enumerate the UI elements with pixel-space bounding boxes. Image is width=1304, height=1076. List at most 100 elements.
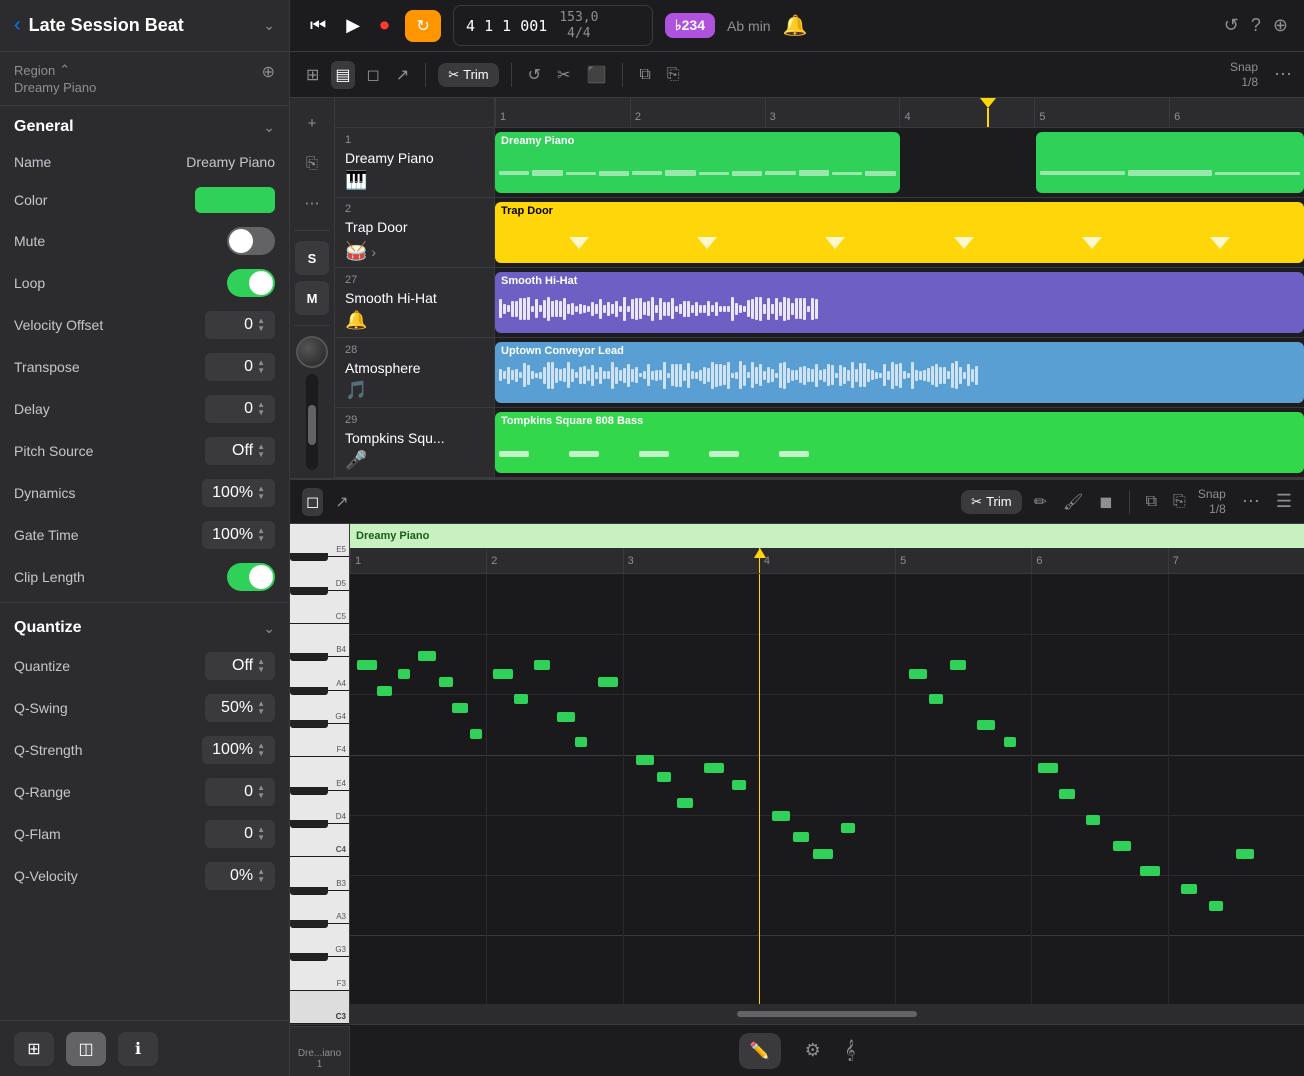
roll-scroll-thumb[interactable]: [737, 1011, 917, 1017]
roll-grid[interactable]: [350, 574, 1304, 1004]
midi-note-24[interactable]: [929, 694, 943, 704]
trim-button[interactable]: ✂ Trim: [438, 63, 498, 87]
piano-key-black[interactable]: [290, 920, 328, 928]
quantize-field[interactable]: Off ▲▼: [205, 652, 275, 680]
back-button[interactable]: ‹: [14, 14, 21, 37]
midi-note-19[interactable]: [772, 811, 790, 821]
clip-length-toggle[interactable]: [227, 563, 275, 591]
general-section-header[interactable]: General ⌄: [0, 106, 289, 144]
midi-note-27[interactable]: [1004, 737, 1016, 747]
automation-button[interactable]: ↗: [392, 61, 413, 89]
more-options-button[interactable]: ⊕: [1273, 15, 1288, 36]
piano-key-white[interactable]: E4: [290, 757, 349, 790]
piano-key-black[interactable]: [290, 820, 328, 828]
track-content-28[interactable]: Uptown Conveyor Lead for(let i=0;i<120;i…: [495, 338, 1304, 407]
piano-key-white[interactable]: F3: [290, 957, 349, 990]
midi-note-8[interactable]: [493, 669, 513, 679]
pr-settings-button[interactable]: ⚙: [805, 1040, 821, 1061]
q-flam-field[interactable]: 0 ▲▼: [205, 820, 275, 848]
gate-time-field[interactable]: 100% ▲▼: [202, 521, 275, 549]
piano-key-white[interactable]: A3: [290, 891, 349, 924]
midi-note-20[interactable]: [793, 832, 809, 842]
midi-note-32[interactable]: [1140, 866, 1160, 876]
tab-regions-button[interactable]: ◫: [66, 1032, 106, 1066]
midi-note-6[interactable]: [452, 703, 468, 713]
pr-auto-button[interactable]: ↗: [331, 488, 352, 516]
midi-note-14[interactable]: [636, 755, 654, 765]
piano-key-black[interactable]: [290, 653, 328, 661]
piano-key-black[interactable]: [290, 887, 328, 895]
quantize-section-header[interactable]: Quantize ⌄: [0, 607, 289, 645]
midi-note-3[interactable]: [398, 669, 410, 679]
color-swatch[interactable]: [195, 187, 275, 213]
track-content-29[interactable]: Tompkins Square 808 Bass: [495, 408, 1304, 477]
q-range-field[interactable]: 0 ▲▼: [205, 778, 275, 806]
piano-key-white[interactable]: D4: [290, 791, 349, 824]
project-chevron-icon[interactable]: ⌄: [263, 17, 275, 34]
piano-key-black[interactable]: [290, 587, 328, 595]
midi-note-1[interactable]: [357, 660, 377, 670]
pr-eq-button[interactable]: 𝄞: [845, 1040, 856, 1061]
track-content-1[interactable]: Dreamy Piano: [495, 128, 1304, 197]
clip-trap-door[interactable]: Trap Door: [495, 202, 1304, 263]
q-velocity-field[interactable]: 0% ▲▼: [205, 862, 275, 890]
piano-key-black[interactable]: [290, 687, 328, 695]
piano-key-white[interactable]: G4: [290, 691, 349, 724]
piano-key-black[interactable]: [290, 720, 328, 728]
piano-key-white[interactable]: C5: [290, 591, 349, 624]
piano-key-black[interactable]: [290, 787, 328, 795]
loop-region-button[interactable]: ↺: [524, 61, 545, 89]
track-content-2[interactable]: Trap Door: [495, 198, 1304, 267]
metronome-button[interactable]: 🔔: [783, 13, 808, 38]
midi-note-12[interactable]: [575, 737, 587, 747]
loop-toggle[interactable]: [227, 269, 275, 297]
loop-button[interactable]: ↻: [405, 10, 441, 42]
midi-note-35[interactable]: [1236, 849, 1254, 859]
mute-button[interactable]: M: [295, 281, 329, 315]
paste-button[interactable]: ⎘: [663, 62, 684, 88]
q-strength-field[interactable]: 100% ▲▼: [202, 736, 275, 764]
piano-key-black[interactable]: [290, 953, 328, 961]
q-swing-field[interactable]: 50% ▲▼: [205, 694, 275, 722]
midi-note-29[interactable]: [1059, 789, 1075, 799]
window-view-button[interactable]: ◻: [363, 61, 384, 89]
grid-view-button[interactable]: ⊞: [302, 61, 323, 89]
piano-key-white[interactable]: C4: [290, 824, 349, 857]
clip-dreamy-2[interactable]: [1036, 132, 1304, 193]
pr-more-button[interactable]: ⋯: [1242, 491, 1260, 512]
midi-note-26[interactable]: [977, 720, 995, 730]
scroll-track[interactable]: [306, 374, 318, 470]
history-button[interactable]: ↺: [1224, 15, 1239, 36]
tab-grid-button[interactable]: ⊞: [14, 1032, 54, 1066]
midi-note-13[interactable]: [598, 677, 618, 687]
pin-icon[interactable]: ⊕: [262, 62, 275, 82]
pr-brush-button[interactable]: 🖌: [1059, 488, 1087, 516]
delay-field[interactable]: 0 ▲▼: [205, 395, 275, 423]
pr-paste-button[interactable]: ⎘: [1169, 489, 1190, 515]
track-expand-icon[interactable]: ›: [371, 244, 376, 260]
copy-track-button[interactable]: ⎘: [295, 146, 329, 180]
midi-note-4[interactable]: [418, 651, 436, 661]
piano-key-white[interactable]: A4: [290, 657, 349, 690]
list-view-button[interactable]: ▤: [331, 61, 354, 89]
mute-toggle[interactable]: [227, 227, 275, 255]
dynamics-field[interactable]: 100% ▲▼: [202, 479, 275, 507]
midi-note-33[interactable]: [1181, 884, 1197, 894]
midi-note-10[interactable]: [534, 660, 550, 670]
midi-note-21[interactable]: [813, 849, 833, 859]
play-button[interactable]: ▶: [342, 11, 364, 40]
midi-note-18[interactable]: [732, 780, 746, 790]
midi-note-16[interactable]: [677, 798, 693, 808]
pr-window-button[interactable]: ◻: [302, 488, 323, 516]
midi-note-15[interactable]: [657, 772, 671, 782]
add-track-button[interactable]: +: [295, 106, 329, 140]
piano-key-white[interactable]: E5: [290, 524, 349, 557]
piano-key-white[interactable]: F4: [290, 724, 349, 757]
midi-note-30[interactable]: [1086, 815, 1100, 825]
midi-note-17[interactable]: [704, 763, 724, 773]
track-content-27[interactable]: Smooth Hi-Hat for(let i=0;i<80;i++) docu…: [495, 268, 1304, 337]
piano-key-white[interactable]: B4: [290, 624, 349, 657]
help-button[interactable]: ?: [1251, 15, 1261, 36]
solo-button[interactable]: S: [295, 241, 329, 275]
midi-note-25[interactable]: [950, 660, 966, 670]
